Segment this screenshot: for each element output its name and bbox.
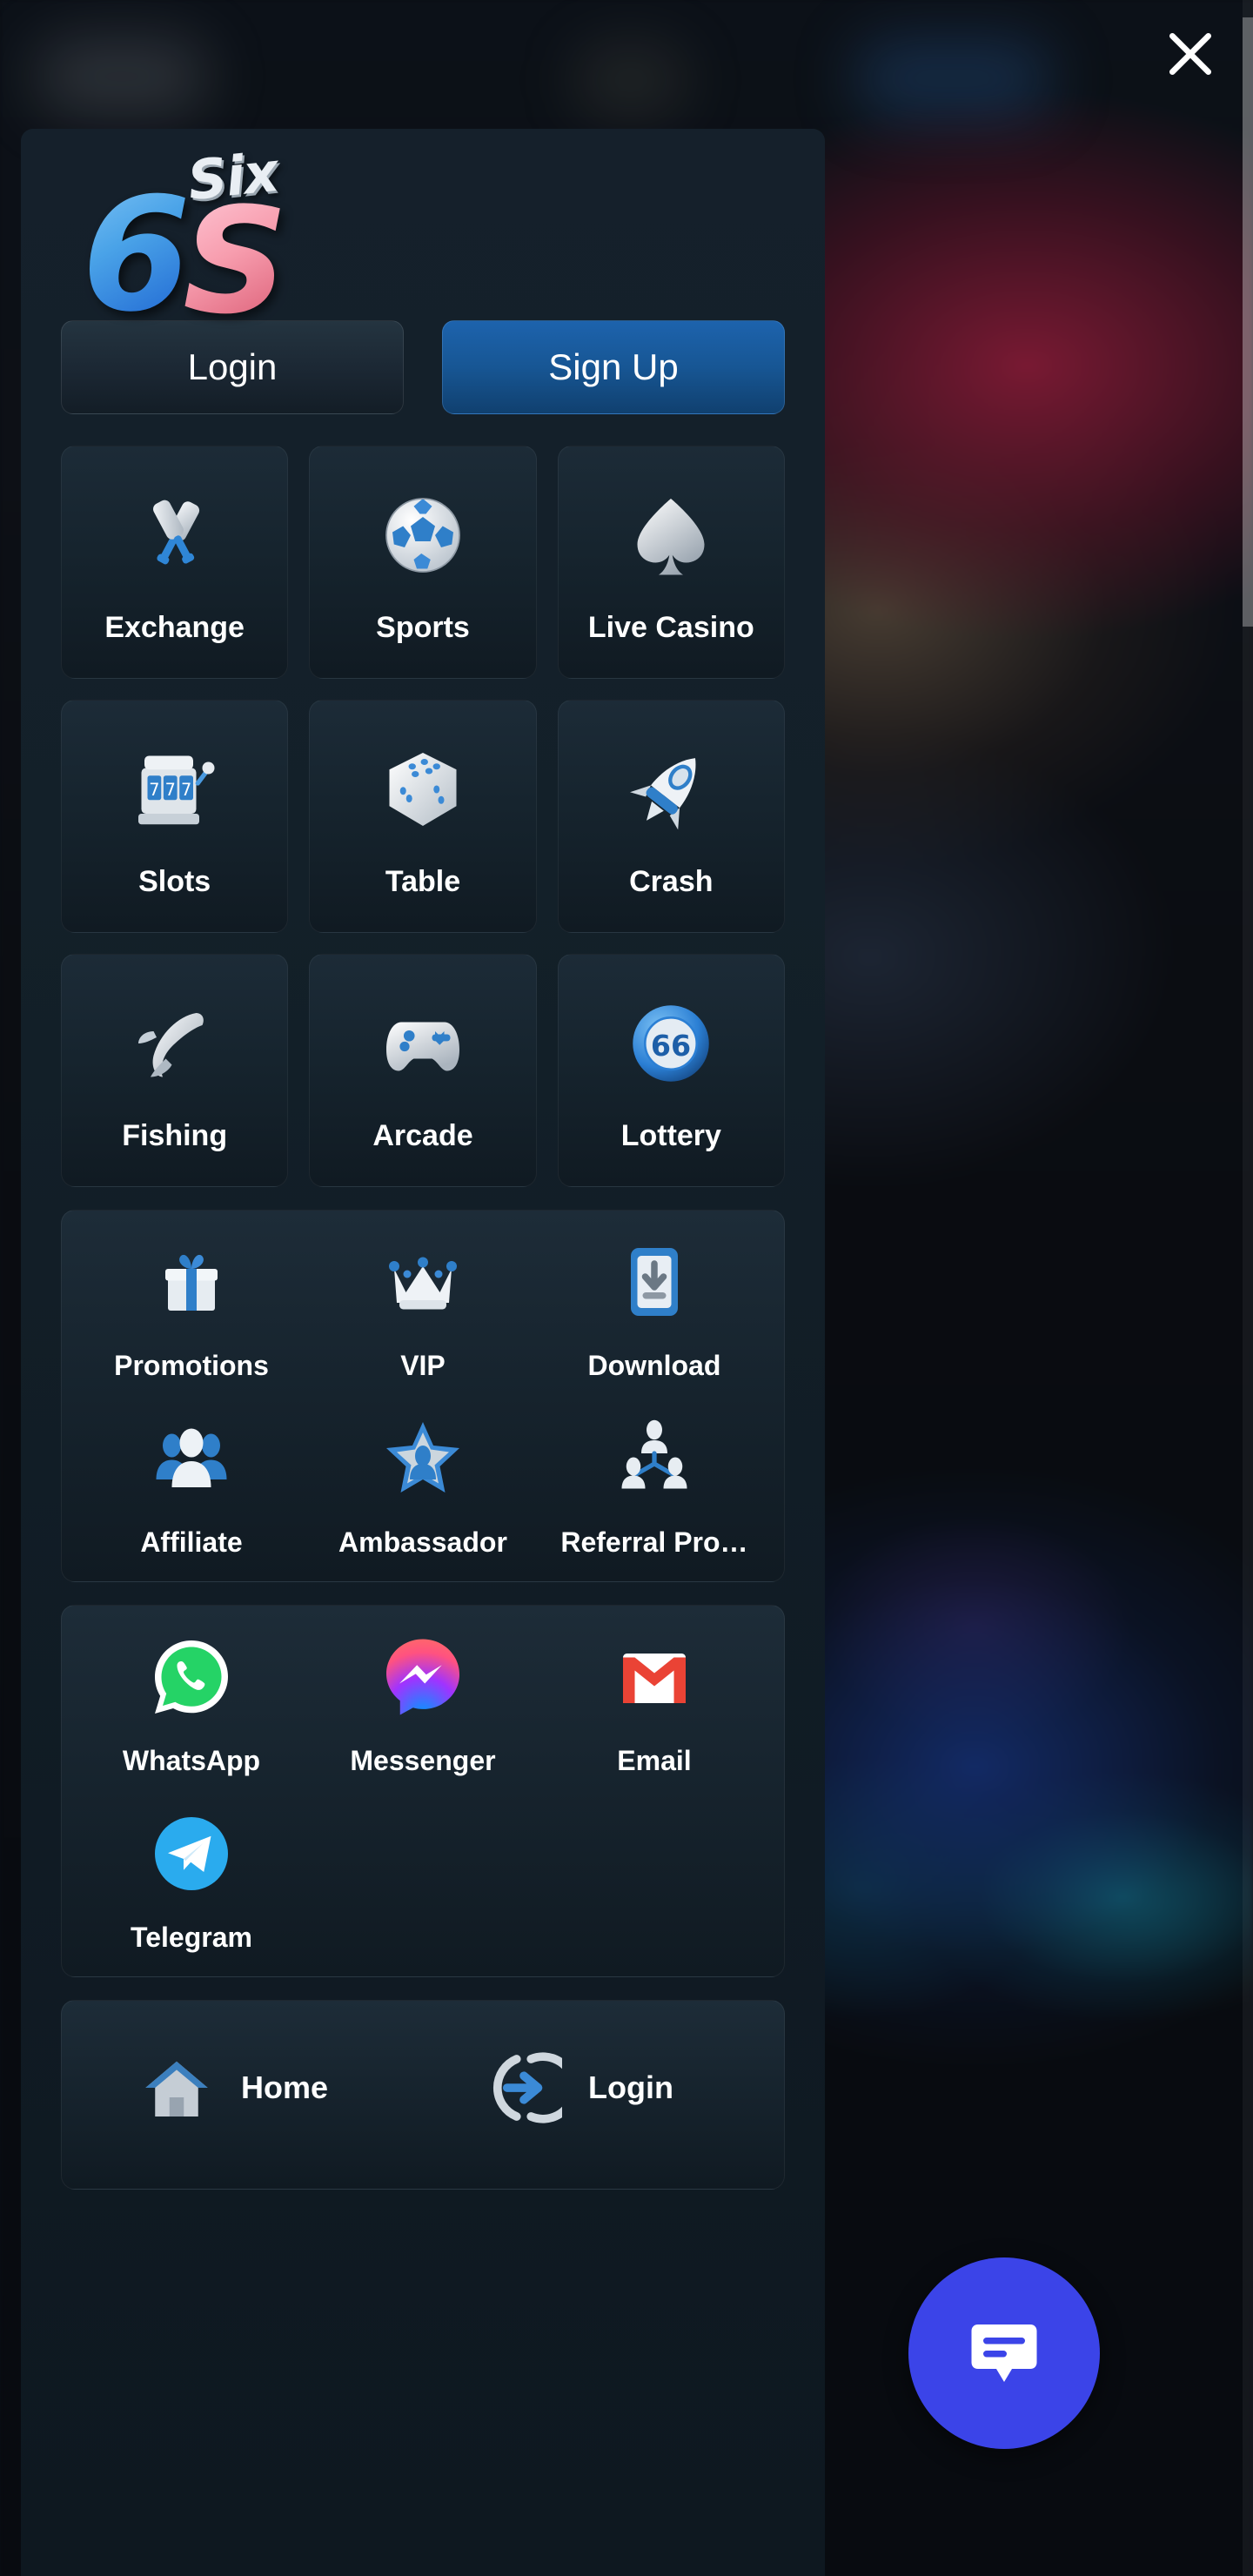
gmail-icon [609,1632,700,1722]
side-drawer: 6 S Six Login Sign Up Exchange Sports Li… [21,129,825,2576]
category-row: Fishing Arcade 66 Lottery [61,954,785,1187]
svg-text:7: 7 [149,780,159,800]
soccer-ball-icon [371,483,475,587]
nav-label: Home [241,2070,329,2105]
menu-item-promotions[interactable]: Promotions [76,1237,307,1382]
social-row: WhatsApp Messenger Email [76,1632,770,1777]
promotions-panel: Promotions VIP Download Affiliate Ambass… [61,1210,785,1582]
crown-icon [378,1237,468,1327]
close-icon [1169,32,1212,76]
messenger-icon [378,1632,468,1722]
logo-word-six: Six [184,139,281,213]
social-panel: WhatsApp Messenger Email Telegram [61,1605,785,1977]
menu-label: Promotions [114,1350,269,1381]
logo-wrap: 6 S Six [77,139,338,334]
login-arrow-icon [484,2048,564,2128]
background-pill-2 [574,45,687,115]
svg-text:66: 66 [651,1029,691,1063]
menu-label: Email [617,1745,692,1776]
menu-item-whatsapp[interactable]: WhatsApp [76,1632,307,1777]
house-icon [137,2048,217,2128]
gamepad-icon [371,991,475,1096]
tile-label: Sports [376,611,470,644]
tile-slots[interactable]: 7 7 7 Slots [61,700,289,933]
nav-item-login[interactable]: Login [423,2048,770,2128]
nav-item-home[interactable]: Home [76,2048,423,2128]
promotions-row: Promotions VIP Download [76,1237,770,1382]
menu-item-referral-program[interactable]: Referral Pro… [539,1413,770,1559]
download-phone-icon [609,1237,700,1327]
tile-label: Fishing [122,1119,228,1152]
star-person-icon [378,1413,468,1504]
menu-item-telegram[interactable]: Telegram [76,1808,307,1954]
menu-label: Telegram [131,1922,252,1953]
nav-label: Login [588,2070,673,2105]
menu-label: Affiliate [140,1526,243,1558]
tile-exchange[interactable]: Exchange [61,446,289,679]
tile-fishing[interactable]: Fishing [61,954,289,1187]
tile-table[interactable]: Table [309,700,537,933]
menu-item-affiliate[interactable]: Affiliate [76,1413,307,1559]
menu-label: Download [587,1350,721,1381]
bottom-nav-panel: Home Login [61,2000,785,2190]
social-spacer-1 [307,1808,539,1954]
close-overlay-button[interactable] [1152,16,1229,92]
background-pill-1 [35,38,209,115]
page-scrollbar-thumb[interactable] [1243,17,1253,627]
brand-logo[interactable]: 6 S Six [61,129,785,334]
tile-lottery[interactable]: 66 Lottery [557,954,785,1187]
svg-text:7: 7 [164,780,175,800]
fish-icon [123,991,227,1096]
whatsapp-icon [146,1632,237,1722]
menu-item-download[interactable]: Download [539,1237,770,1382]
category-row: Exchange Sports Live Casino [61,446,785,679]
tile-label: Slots [138,865,211,898]
lottery-ball-icon: 66 [619,991,723,1096]
social-row-2: Telegram [76,1808,770,1954]
spade-icon [619,483,723,587]
tile-label: Table [385,865,461,898]
tile-label: Crash [629,865,714,898]
people-group-icon [146,1413,237,1504]
menu-item-messenger[interactable]: Messenger [307,1632,539,1777]
chat-support-button[interactable] [908,2257,1100,2449]
category-grid: Exchange Sports Live Casino 7 7 7 Slots … [61,446,785,1187]
chat-bubble-icon [971,2324,1037,2382]
cricket-bats-icon [123,483,227,587]
category-row: 7 7 7 Slots Table Crash [61,700,785,933]
rocket-icon [619,737,723,842]
tile-crash[interactable]: Crash [557,700,785,933]
tile-sports[interactable]: Sports [309,446,537,679]
tile-arcade[interactable]: Arcade [309,954,537,1187]
menu-label: Messenger [350,1745,496,1776]
menu-label: Ambassador [338,1526,507,1558]
tile-label: Arcade [372,1119,473,1152]
telegram-icon [146,1808,237,1899]
tile-label: Live Casino [587,611,754,644]
signup-button[interactable]: Sign Up [442,320,785,414]
menu-item-ambassador[interactable]: Ambassador [307,1413,539,1559]
referral-tree-icon [609,1413,700,1504]
menu-item-vip[interactable]: VIP [307,1237,539,1382]
menu-label: WhatsApp [122,1745,261,1776]
dice-icon [371,737,475,842]
tile-live-casino[interactable]: Live Casino [557,446,785,679]
social-spacer-2 [539,1808,770,1954]
svg-text:7: 7 [181,780,191,800]
gift-icon [146,1237,237,1327]
tile-label: Lottery [620,1119,721,1152]
menu-label: Referral Pro… [560,1526,748,1558]
bottom-nav-row: Home Login [76,2048,770,2128]
app-root: 6 S Six Login Sign Up Exchange Sports Li… [0,0,1253,2576]
menu-item-email[interactable]: Email [539,1632,770,1777]
slot-machine-icon: 7 7 7 [123,737,227,842]
background-pill-3 [853,38,1053,118]
affiliate-row: Affiliate Ambassador Referral Pro… [76,1413,770,1559]
logo-digit-six: 6 [82,164,191,346]
tile-label: Exchange [104,611,245,644]
menu-label: VIP [400,1350,446,1381]
